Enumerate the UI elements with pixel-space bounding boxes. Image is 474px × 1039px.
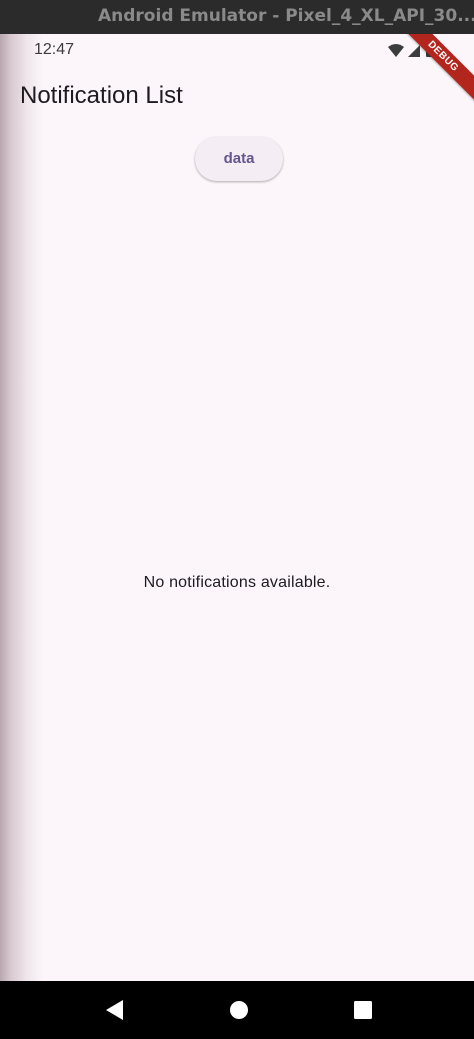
home-icon[interactable]: [226, 997, 252, 1023]
status-clock: 12:47: [34, 41, 75, 58]
edge-shadow: [0, 34, 44, 981]
android-nav-bar: [0, 981, 474, 1039]
signal-icon: [408, 45, 420, 57]
empty-state-message: No notifications available.: [143, 574, 331, 591]
recents-icon[interactable]: [350, 997, 376, 1023]
wifi-icon: [388, 44, 404, 57]
emulator-window: Android Emulator - Pixel_4_XL_API_30... …: [0, 0, 474, 1039]
emulator-title-bar: Android Emulator - Pixel_4_XL_API_30...: [0, 0, 474, 34]
back-icon[interactable]: [102, 997, 128, 1023]
page-title: Notification List: [20, 82, 183, 109]
device-screen: 12:47 DEBUG Notification List data No no…: [0, 34, 474, 981]
window-title: Android Emulator - Pixel_4_XL_API_30...: [98, 6, 474, 26]
data-button[interactable]: data: [195, 137, 283, 181]
status-bar: 12:47 DEBUG: [0, 34, 474, 109]
